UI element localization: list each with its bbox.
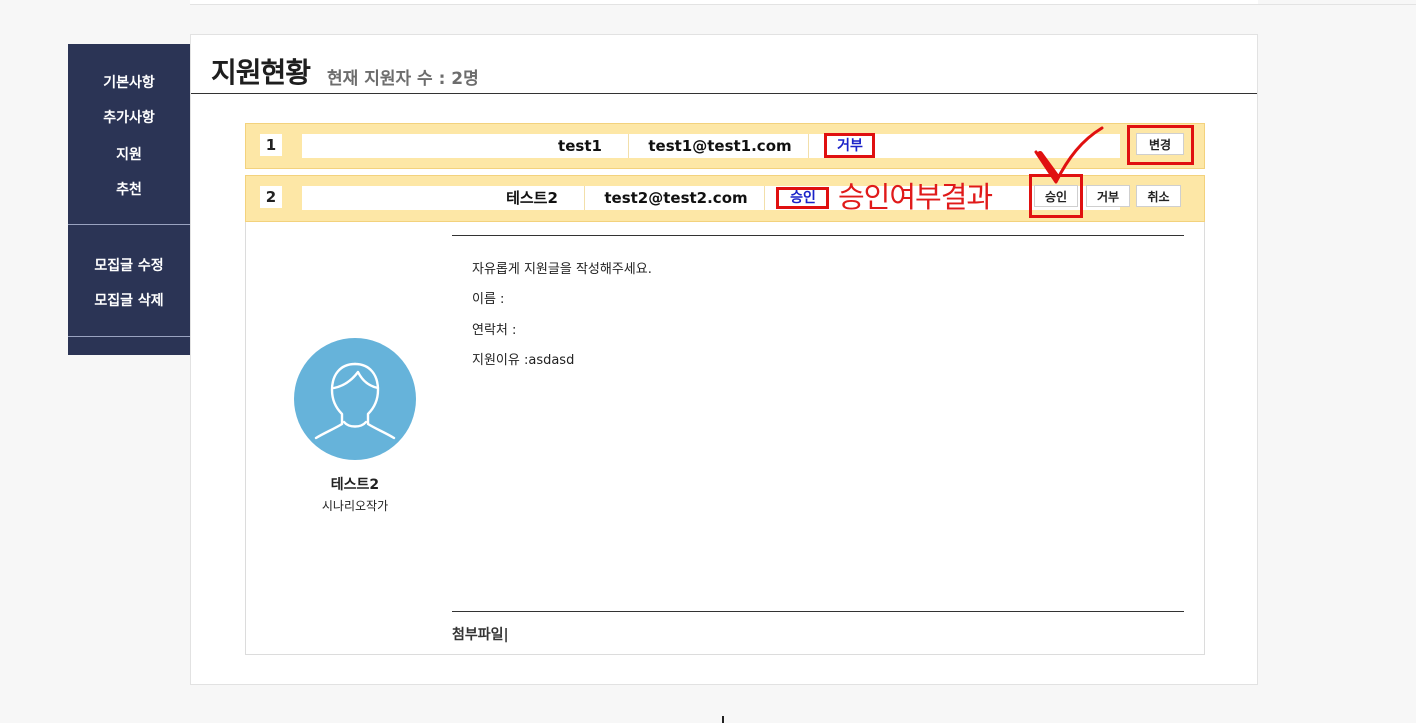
- annotation-text: 승인여부결과: [838, 180, 993, 214]
- page-title: 지원현황: [211, 56, 311, 89]
- applicant-name: 테스트2: [506, 189, 558, 207]
- sidebar-item-apply[interactable]: 지원: [68, 144, 190, 164]
- sidebar-divider: [68, 224, 190, 225]
- status-highlight-box: [824, 133, 875, 158]
- sidebar-item-additional-info[interactable]: 추가사항: [68, 107, 190, 127]
- cell-divider: [764, 186, 765, 210]
- cell-divider: [628, 134, 629, 158]
- applicant-count: 현재 지원자 수 : 2명: [327, 69, 479, 89]
- applicant-email: test1@test1.com: [648, 137, 792, 155]
- checkmark-icon: [1034, 126, 1104, 184]
- sidebar-item-delete-post[interactable]: 모집글 삭제: [68, 290, 190, 310]
- attachment-label[interactable]: 첨부파일|: [452, 624, 509, 644]
- row-info-bar: 테스트2 test2@test2.com 승인: [302, 186, 1120, 210]
- prompt-text: 자유롭게 지원글을 작성해주세요.: [472, 262, 652, 277]
- applicant-email: test2@test2.com: [604, 189, 748, 207]
- sidebar-item-edit-post[interactable]: 모집글 수정: [68, 255, 190, 275]
- avatar-icon: [294, 338, 416, 460]
- application-detail: 테스트2 시나리오작가 자유롭게 지원글을 작성해주세요. 이름 : 연락처 :…: [245, 222, 1205, 655]
- title-divider: [191, 93, 1257, 94]
- cell-divider: [808, 134, 809, 158]
- profile-name: 테스트2: [330, 477, 380, 493]
- content-divider-bottom: [452, 611, 1184, 612]
- cell-divider: [584, 186, 585, 210]
- status-highlight-box: [776, 187, 829, 209]
- content-divider-top: [452, 235, 1184, 236]
- change-button[interactable]: 변경: [1136, 133, 1184, 155]
- cancel-button[interactable]: 취소: [1136, 185, 1181, 207]
- applicant-name: test1: [558, 137, 602, 155]
- field-reason: 지원이유 :asdasd: [472, 353, 575, 368]
- row-info-bar: test1 test1@test1.com 거부: [302, 133, 1120, 158]
- top-strip: [190, 0, 1258, 5]
- row-number: 1: [260, 134, 282, 156]
- sidebar-item-basic-info[interactable]: 기본사항: [68, 72, 190, 92]
- field-name: 이름 :: [472, 292, 505, 307]
- field-contact: 연락처 :: [472, 323, 517, 338]
- top-divider: [1258, 4, 1416, 5]
- row-number: 2: [260, 186, 282, 208]
- sidebar-divider: [68, 336, 190, 337]
- bottom-mark: [722, 716, 724, 723]
- sidebar-item-recommend[interactable]: 추천: [68, 179, 190, 199]
- sidebar: 기본사항 추가사항 지원 추천 모집글 수정 모집글 삭제: [68, 44, 190, 355]
- profile-role: 시나리오작가: [321, 499, 389, 513]
